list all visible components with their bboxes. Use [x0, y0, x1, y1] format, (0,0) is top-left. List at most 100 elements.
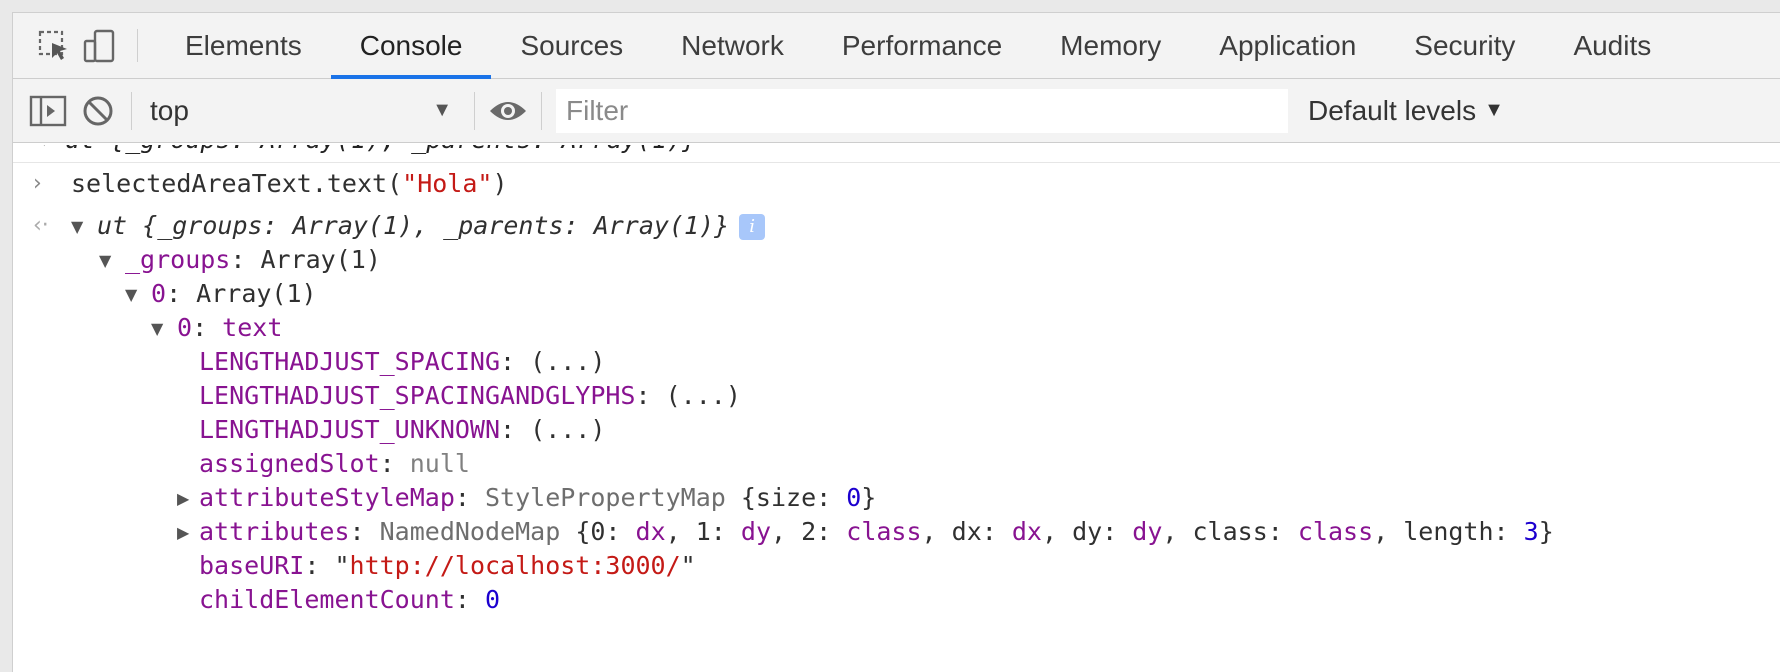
tree-row-base-uri[interactable]: baseURI: "http://localhost:3000/" — [199, 549, 696, 583]
preview-text: , 2: — [771, 517, 847, 546]
command-close: ) — [492, 169, 508, 198]
tree-row-property[interactable]: LENGTHADJUST_SPACING: (...) — [199, 345, 605, 379]
log-levels-label: Default levels — [1308, 94, 1477, 126]
tab-console[interactable]: Console — [330, 13, 492, 79]
device-toolbar-icon[interactable] — [77, 13, 123, 78]
preview-text: , length: — [1373, 517, 1524, 546]
console-toolbar: top ▼ Default levels ▼ — [13, 79, 1780, 143]
tab-performance[interactable]: Performance — [813, 13, 1031, 78]
property-key: _groups — [125, 245, 231, 274]
console-command-row: › selectedAreaText.text("Hola") — [13, 165, 1780, 213]
preview-value: dx — [1011, 517, 1042, 546]
tab-elements[interactable]: Elements — [156, 13, 331, 78]
property-key: assignedSlot — [199, 449, 380, 478]
preview-number: 3 — [1523, 517, 1539, 546]
expanded-triangle-icon[interactable]: ▼ — [71, 210, 97, 244]
tree-row-attributes[interactable]: ▶ attributes: NamedNodeMap {0: dx, 1: dy,… — [177, 515, 1554, 550]
toolbar-divider — [474, 91, 475, 130]
quote-mark: " — [334, 551, 350, 580]
log-levels-dropdown[interactable]: Default levels ▼ — [1308, 95, 1504, 127]
expanded-triangle-icon[interactable]: ▼ — [151, 312, 177, 346]
property-value[interactable]: (...) — [666, 381, 741, 410]
collapsed-triangle-icon[interactable]: ▶ — [177, 482, 199, 516]
toolbar-divider — [541, 91, 542, 130]
property-key: LENGTHADJUST_UNKNOWN — [199, 415, 501, 444]
tree-row-groups[interactable]: ▼ _groups: Array(1) — [99, 243, 381, 278]
preview-value: dy — [740, 517, 772, 546]
property-key: childElementCount — [199, 585, 455, 614]
tab-label: Network — [681, 29, 784, 61]
preview-value: dx — [635, 517, 666, 546]
inspect-element-icon[interactable] — [31, 13, 77, 78]
property-key: LENGTHADJUST_SPACINGANDGLYPHS — [199, 381, 636, 410]
filter-input-box[interactable] — [556, 88, 1288, 133]
tab-application[interactable]: Application — [1190, 13, 1385, 78]
property-separator: : — [635, 381, 666, 410]
tab-label: Elements — [185, 29, 302, 61]
eye-icon — [490, 101, 526, 120]
property-preview: {size: — [740, 483, 847, 512]
info-icon[interactable]: i — [739, 214, 766, 240]
property-link[interactable]: http://localhost:3000/ — [350, 551, 681, 580]
tab-network[interactable]: Network — [652, 13, 813, 78]
preview-text: {0: — [575, 517, 636, 546]
prompt-chevron-icon: › — [33, 171, 42, 196]
toolbar-divider — [131, 91, 132, 130]
tree-row-text-node[interactable]: ▼ 0: text — [151, 311, 282, 346]
property-value[interactable]: (...) — [530, 347, 605, 376]
clear-console-icon — [83, 96, 113, 125]
tab-security[interactable]: Security — [1385, 13, 1544, 78]
tree-row-property[interactable]: LENGTHADJUST_UNKNOWN: (...) — [199, 413, 605, 447]
devtools-window: Elements Console Sources Network Perform… — [12, 12, 1780, 672]
tab-audits[interactable]: Audits — [1544, 13, 1680, 78]
property-number: 0 — [846, 483, 862, 512]
property-value: Array(1) — [260, 245, 381, 274]
preview-text: } — [1538, 517, 1554, 546]
filter-input[interactable] — [566, 88, 1288, 133]
tree-row-property[interactable]: assignedSlot: null — [199, 447, 470, 481]
show-sidebar-button[interactable] — [23, 86, 73, 136]
tab-label: Audits — [1573, 29, 1652, 61]
panel-tabbar: Elements Console Sources Network Perform… — [13, 13, 1780, 79]
tab-memory[interactable]: Memory — [1031, 13, 1190, 78]
dropdown-arrow-icon: ▼ — [432, 99, 452, 121]
expanded-triangle-icon[interactable]: ▼ — [99, 244, 125, 278]
execution-context-select[interactable]: top ▼ — [140, 89, 460, 133]
sidebar-toggle-icon — [29, 95, 67, 126]
collapsed-triangle-icon[interactable]: ▶ — [177, 516, 199, 550]
expanded-triangle-icon[interactable]: ▼ — [125, 278, 151, 312]
context-value: top — [150, 94, 189, 126]
property-separator: : — [379, 449, 410, 478]
property-key: 0 — [177, 313, 193, 342]
property-value: null — [409, 449, 470, 478]
property-key: LENGTHADJUST_SPACING — [199, 347, 501, 376]
property-value[interactable]: (...) — [530, 415, 605, 444]
tree-row-index-0[interactable]: ▼ 0: Array(1) — [125, 277, 317, 312]
property-separator: : — [500, 347, 531, 376]
live-expression-button[interactable] — [483, 86, 533, 136]
tab-label: Sources — [520, 29, 624, 61]
quote-mark: " — [680, 551, 696, 580]
preview-value: class — [846, 517, 922, 546]
tree-row-attribute-style-map[interactable]: ▶ attributeStyleMap: StylePropertyMap {si… — [177, 481, 876, 516]
result-summary-row[interactable]: ▼ ut {_groups: Array(1), _parents: Array(… — [71, 209, 766, 244]
tab-label: Security — [1414, 29, 1516, 61]
property-value: text — [222, 313, 283, 342]
property-class: NamedNodeMap — [379, 517, 561, 546]
preview-text: , dy: — [1041, 517, 1133, 546]
tree-row-property[interactable]: LENGTHADJUST_SPACINGANDGLYPHS: (...) — [199, 379, 741, 413]
tab-sources[interactable]: Sources — [491, 13, 652, 78]
console-output: ‹ ▸ ut {_groups: Array(1), _parents: Arr… — [13, 145, 1780, 672]
tree-row-child-element-count[interactable]: childElementCount: 0 — [199, 583, 500, 617]
property-preview: } — [861, 483, 877, 512]
previous-result-row[interactable]: ‹ ▸ ut {_groups: Array(1), _parents: Arr… — [13, 145, 1780, 163]
tab-label: Application — [1219, 29, 1357, 61]
clear-console-button[interactable] — [73, 86, 123, 136]
property-value: 0 — [484, 585, 501, 614]
preview-value: dy — [1132, 517, 1163, 546]
tab-label: Memory — [1060, 29, 1162, 61]
tab-label: Performance — [841, 29, 1003, 61]
property-key: 0 — [151, 279, 167, 308]
property-separator: : — [500, 415, 531, 444]
property-key: attributes — [199, 517, 350, 546]
